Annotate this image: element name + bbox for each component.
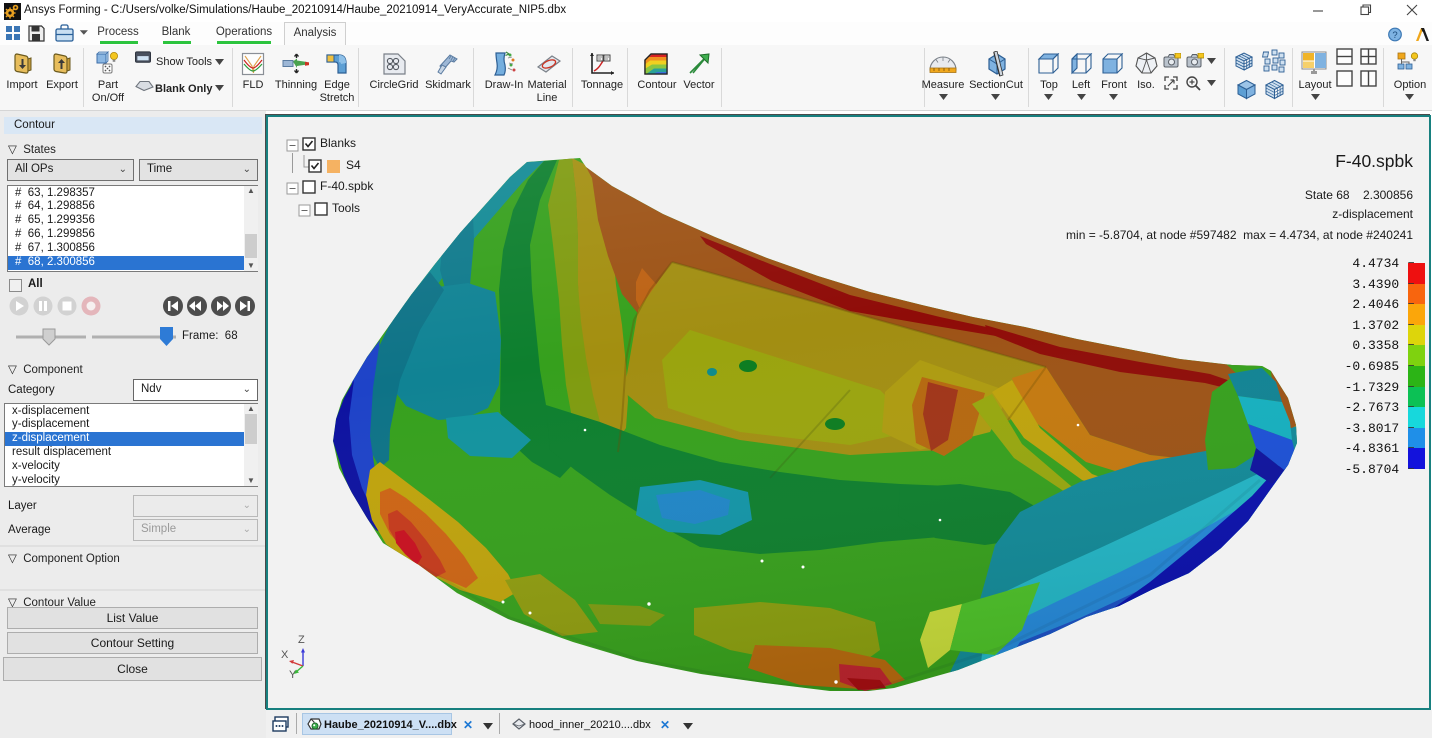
svg-text:?: ?: [1392, 30, 1397, 41]
svg-text:X: X: [281, 649, 289, 661]
svg-text:Z: Z: [298, 634, 305, 646]
